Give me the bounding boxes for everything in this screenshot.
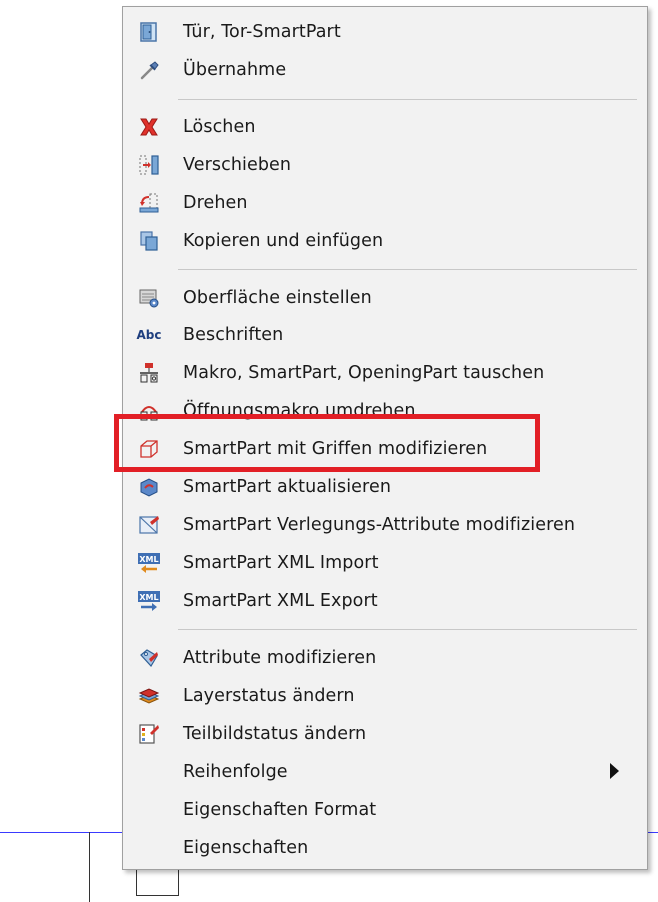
menu-item-label: Beschriften: [183, 325, 284, 345]
swap-macro-icon: [137, 362, 161, 384]
menu-item-label: Reihenfolge: [183, 762, 288, 782]
xml-import-icon: XML: [137, 552, 161, 574]
menu-item-teilbildstatus-aendern[interactable]: Teilbildstatus ändern: [123, 715, 647, 753]
menu-separator: [178, 99, 637, 100]
surface-settings-icon: [137, 287, 161, 309]
drawing-file-status-icon: [137, 723, 161, 745]
drawing-line-vertical: [89, 832, 90, 902]
menu-item-eigenschaften[interactable]: Eigenschaften: [123, 829, 647, 867]
menu-item-label: Eigenschaften: [183, 838, 309, 858]
delete-x-icon: [137, 116, 161, 138]
eyedropper-icon: [137, 59, 161, 81]
submenu-arrow-icon: [610, 763, 619, 779]
menu-item-kopieren-einfuegen[interactable]: Kopieren und einfügen: [123, 222, 647, 260]
menu-item-label: Teilbildstatus ändern: [183, 724, 367, 744]
xml-export-icon: XML: [137, 590, 161, 612]
xml-icon-text: XML: [139, 555, 158, 564]
menu-item-eigenschaften-format[interactable]: Eigenschaften Format: [123, 791, 647, 829]
menu-item-label: Verschieben: [183, 155, 292, 175]
door-icon: [137, 21, 161, 43]
placement-attributes-icon: [137, 514, 161, 536]
menu-item-door-smartpart[interactable]: Tür, Tor-SmartPart: [123, 13, 647, 51]
menu-item-beschriften[interactable]: Abc Beschriften: [123, 316, 647, 354]
menu-item-oberflaeche-einstellen[interactable]: Oberfläche einstellen: [123, 279, 647, 317]
menu-item-loeschen[interactable]: Löschen: [123, 108, 647, 146]
menu-item-label: Oberfläche einstellen: [183, 288, 372, 308]
menu-item-label: Layerstatus ändern: [183, 686, 355, 706]
menu-item-smartpart-aktualisieren[interactable]: SmartPart aktualisieren: [123, 468, 647, 506]
menu-item-label: Eigenschaften Format: [183, 800, 377, 820]
menu-item-label: Übernahme: [183, 60, 287, 80]
menu-item-label: SmartPart XML Import: [183, 553, 379, 573]
menu-item-label: SmartPart Verlegungs-Attribute modifizie…: [183, 515, 576, 535]
attributes-icon: [137, 647, 161, 669]
menu-item-label: Tür, Tor-SmartPart: [183, 22, 341, 42]
menu-item-label: SmartPart aktualisieren: [183, 477, 392, 497]
menu-item-attribute-modifizieren[interactable]: Attribute modifizieren: [123, 639, 647, 677]
menu-item-label: SmartPart XML Export: [183, 591, 378, 611]
highlight-annotation-box: [114, 414, 540, 472]
menu-item-verlegungs-attribute[interactable]: SmartPart Verlegungs-Attribute modifizie…: [123, 506, 647, 544]
xml-icon-text: XML: [139, 593, 158, 602]
move-icon: [137, 154, 161, 176]
menu-item-uebernahme[interactable]: Übernahme: [123, 51, 647, 89]
menu-item-layerstatus-aendern[interactable]: Layerstatus ändern: [123, 677, 647, 715]
menu-item-verschieben[interactable]: Verschieben: [123, 146, 647, 184]
rotate-icon: [137, 192, 161, 214]
drawing-rectangle: [136, 868, 179, 896]
abc-label-icon: Abc: [136, 328, 162, 342]
menu-item-label: Attribute modifizieren: [183, 648, 377, 668]
menu-item-label: Löschen: [183, 117, 256, 137]
copy-paste-icon: [137, 230, 161, 252]
refresh-smartpart-icon: [137, 476, 161, 498]
screen: Tür, Tor-SmartPart Übernahme Löschen Ver…: [0, 0, 658, 902]
menu-separator: [178, 269, 637, 270]
layer-status-icon: [137, 685, 161, 707]
menu-item-xml-export[interactable]: XML SmartPart XML Export: [123, 582, 647, 620]
menu-item-label: Drehen: [183, 193, 248, 213]
menu-item-drehen[interactable]: Drehen: [123, 184, 647, 222]
menu-item-xml-import[interactable]: XML SmartPart XML Import: [123, 544, 647, 582]
menu-item-makro-tauschen[interactable]: Makro, SmartPart, OpeningPart tauschen: [123, 354, 647, 392]
menu-separator: [178, 629, 637, 630]
menu-item-label: Makro, SmartPart, OpeningPart tauschen: [183, 363, 545, 383]
menu-item-label: Kopieren und einfügen: [183, 231, 384, 251]
menu-item-reihenfolge[interactable]: Reihenfolge: [123, 753, 647, 791]
